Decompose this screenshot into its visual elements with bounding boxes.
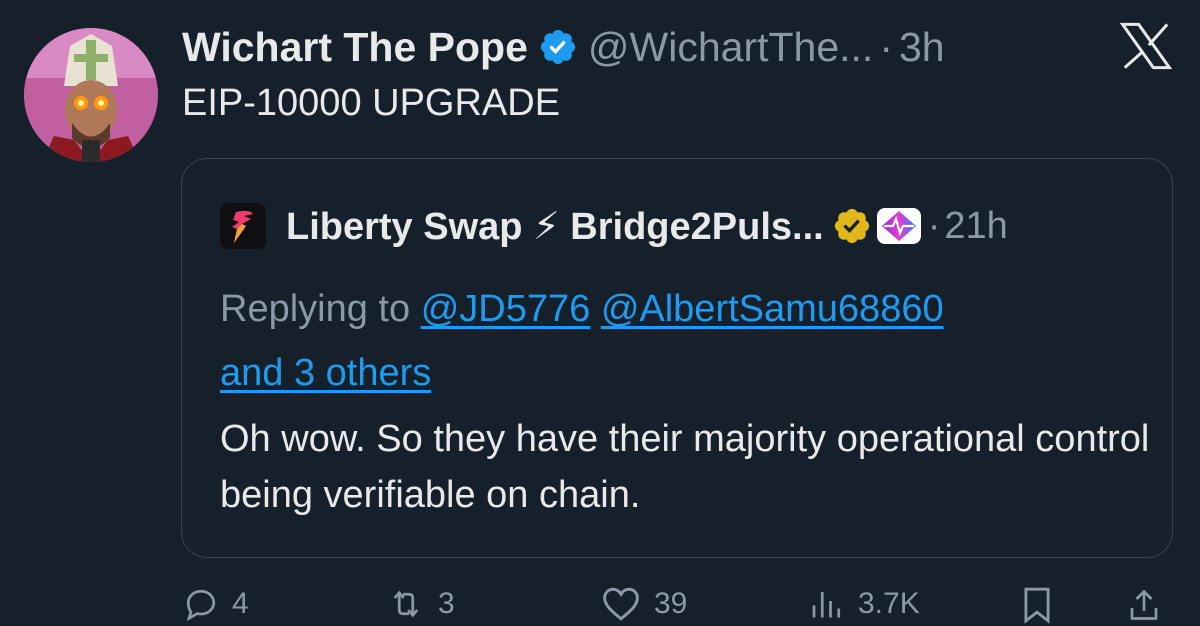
verified-badge-icon[interactable] [538, 27, 578, 67]
x-logo-icon [1120, 22, 1172, 70]
replying-to-label: Replying to [220, 288, 411, 330]
views-button[interactable]: 3.7K [806, 586, 920, 622]
mention-link[interactable]: @JD5776 [421, 288, 591, 330]
like-count: 39 [654, 587, 688, 620]
pulse-affiliate-badge-icon[interactable] [876, 207, 922, 245]
replying-to-line: Replying to @JD5776 @AlbertSamu68860 and… [220, 277, 1120, 405]
share-icon [1130, 589, 1158, 620]
quoted-header-separator: · [927, 204, 941, 247]
gold-verified-badge-icon[interactable] [832, 206, 872, 246]
repost-button[interactable]: 3 [386, 586, 455, 622]
views-chart-icon [812, 592, 841, 618]
bookmark-icon [1024, 587, 1050, 624]
bookmark-button[interactable] [1020, 586, 1066, 624]
author-handle[interactable]: @WichartThe... [588, 24, 873, 71]
post-timestamp[interactable]: 3h [899, 24, 945, 71]
reply-icon [186, 589, 216, 622]
share-button[interactable] [1126, 586, 1174, 624]
others-link[interactable]: and 3 others [220, 352, 431, 394]
heart-icon [603, 587, 639, 621]
quoted-author-avatar-icon[interactable] [220, 203, 266, 249]
quoted-author-name[interactable]: Liberty Swap ⚡ Bridge2Puls... [286, 204, 824, 249]
post-text: EIP-10000 UPGRADE [182, 82, 561, 124]
action-bar: 4 3 39 3.7K [0, 582, 1200, 626]
quoted-timestamp[interactable]: 21h [944, 205, 1007, 248]
quoted-tweet-card[interactable]: Liberty Swap ⚡ Bridge2Puls... · 21h Repl… [181, 158, 1173, 558]
author-avatar[interactable] [24, 28, 158, 162]
quoted-tweet-text: Oh wow. So they have their majority oper… [220, 418, 1150, 516]
like-button[interactable]: 39 [600, 586, 687, 622]
repost-count: 3 [438, 587, 455, 620]
tweet-header: Wichart The Pope @WichartThe... · 3h [182, 22, 945, 72]
quoted-tweet-header: Liberty Swap ⚡ Bridge2Puls... · 21h [220, 203, 1008, 249]
mention-link[interactable]: @AlbertSamu68860 [601, 288, 944, 330]
reply-count: 4 [232, 587, 249, 620]
author-name[interactable]: Wichart The Pope [182, 24, 528, 71]
view-count: 3.7K [858, 587, 920, 620]
repost-icon [393, 590, 419, 618]
header-separator: · [879, 23, 893, 70]
reply-button[interactable]: 4 [182, 586, 249, 622]
